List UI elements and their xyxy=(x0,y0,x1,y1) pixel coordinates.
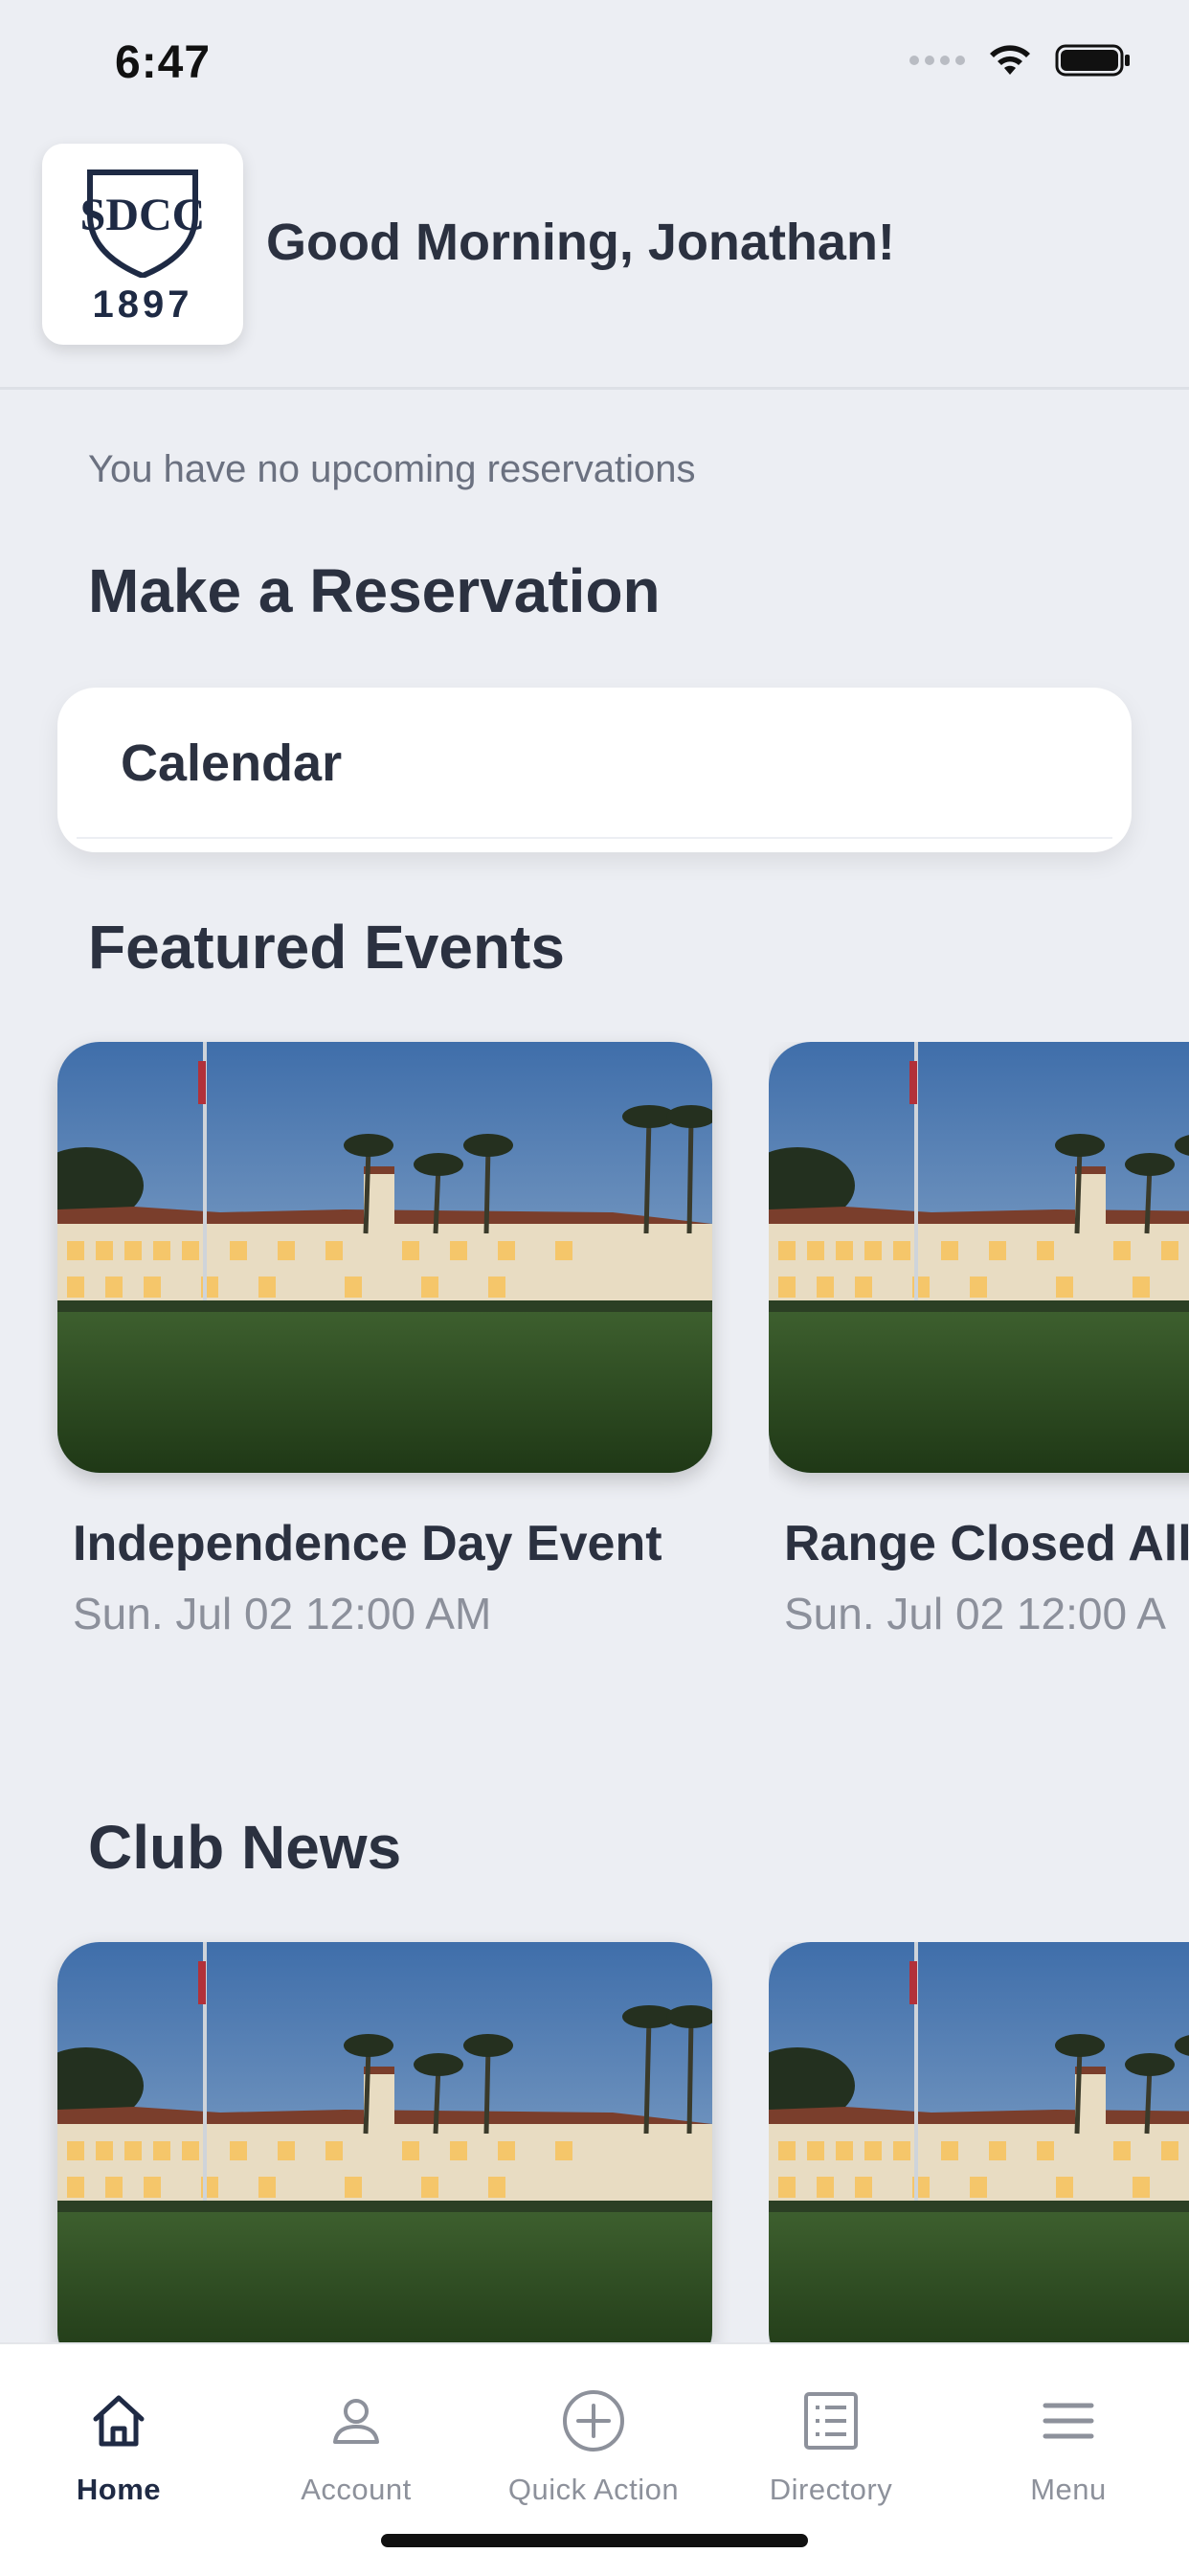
tab-quick-action[interactable]: Quick Action xyxy=(475,2383,712,2507)
news-card[interactable] xyxy=(57,1942,712,2373)
event-title: Independence Day Event xyxy=(73,1516,662,1571)
news-image xyxy=(57,1942,712,2373)
cellular-signal-icon xyxy=(909,56,965,65)
news-card[interactable] xyxy=(769,1942,1189,2373)
event-date: Sun. Jul 02 12:00 AM xyxy=(73,1589,492,1638)
logo-year: 1897 xyxy=(92,282,193,326)
home-icon xyxy=(93,2395,145,2447)
event-card[interactable]: Independence Day Event Sun. Jul 02 12:00… xyxy=(57,1042,712,1639)
calendar-button[interactable]: Calendar xyxy=(57,688,1132,852)
tab-account[interactable]: Account xyxy=(237,2383,475,2507)
club-news-title: Club News xyxy=(88,1813,402,1882)
event-card[interactable]: Range Closed All Sun. Jul 02 12:00 A xyxy=(769,1042,1189,1639)
status-icons xyxy=(909,42,1132,79)
event-date: Sun. Jul 02 12:00 A xyxy=(784,1589,1166,1638)
make-reservation-title: Make a Reservation xyxy=(88,556,661,625)
header-divider xyxy=(0,387,1189,390)
tab-label: Quick Action xyxy=(507,2473,680,2506)
tab-label: Account xyxy=(301,2473,412,2506)
event-image xyxy=(57,1042,712,1473)
home-indicator[interactable] xyxy=(381,2534,808,2547)
event-title: Range Closed All xyxy=(784,1516,1189,1571)
club-monogram-icon: SDCC xyxy=(80,169,206,278)
plus-circle-icon xyxy=(563,2390,624,2452)
tab-label: Directory xyxy=(769,2473,893,2506)
tab-menu[interactable]: Menu xyxy=(950,2383,1187,2507)
status-time: 6:47 xyxy=(115,37,212,88)
event-image xyxy=(769,1042,1189,1473)
tab-directory[interactable]: Directory xyxy=(712,2383,950,2507)
list-icon xyxy=(804,2392,858,2450)
no-reservations-text: You have no upcoming reservations xyxy=(88,448,696,490)
tab-label: Home xyxy=(76,2473,162,2506)
hamburger-icon xyxy=(1043,2403,1094,2439)
wifi-icon xyxy=(990,45,1030,75)
battery-icon xyxy=(1055,44,1130,77)
svg-text:SDCC: SDCC xyxy=(80,190,206,240)
news-image xyxy=(769,1942,1189,2373)
featured-events-title: Featured Events xyxy=(88,913,565,982)
person-icon xyxy=(333,2399,379,2444)
club-logo[interactable]: SDCC 1897 xyxy=(42,144,243,345)
tab-home[interactable]: Home xyxy=(0,2383,237,2507)
calendar-label: Calendar xyxy=(121,734,343,792)
calendar-divider xyxy=(77,837,1112,839)
tab-label: Menu xyxy=(1030,2473,1107,2506)
greeting-text: Good Morning, Jonathan! xyxy=(266,214,895,271)
